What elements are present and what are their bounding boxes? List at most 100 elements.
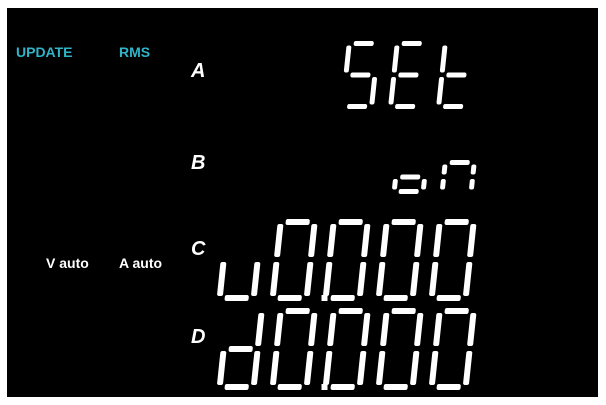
segment-c xyxy=(357,351,367,385)
segment-c xyxy=(304,262,314,296)
row-b-readout xyxy=(392,160,477,194)
segment-c xyxy=(251,262,261,296)
digit-0 xyxy=(217,313,265,390)
segment-d xyxy=(398,189,419,194)
segment-d xyxy=(436,295,461,301)
segment-f xyxy=(380,313,390,346)
segment-e xyxy=(376,262,386,296)
digit-2 xyxy=(436,45,467,109)
segment-b xyxy=(308,224,318,257)
segment-b xyxy=(361,313,371,346)
segment-g xyxy=(398,72,419,78)
segment-e xyxy=(440,179,446,190)
segment-d xyxy=(330,384,355,390)
digit-3 xyxy=(376,219,424,301)
digit-0 xyxy=(343,41,378,109)
segment-c xyxy=(463,262,473,296)
meter-display-panel: UPDATE RMS A B C D V auto A auto xyxy=(7,8,598,397)
segment-d xyxy=(383,295,408,301)
segment-f xyxy=(343,45,352,73)
segment-a xyxy=(338,219,363,225)
segment-c xyxy=(369,77,378,105)
segment-e xyxy=(392,179,398,190)
segment-e xyxy=(323,262,333,296)
segment-e xyxy=(429,262,439,296)
digit-4 xyxy=(429,308,477,390)
seven-segment-readouts xyxy=(217,41,477,390)
segment-c xyxy=(410,262,420,296)
digit-2 xyxy=(323,308,371,390)
segment-b xyxy=(255,313,265,346)
digit-0 xyxy=(392,174,427,194)
segment-a xyxy=(285,308,310,314)
digit-2 xyxy=(323,219,371,301)
digit-3 xyxy=(376,308,424,390)
segment-b xyxy=(414,224,424,257)
segment-d xyxy=(436,384,461,390)
segment-a xyxy=(285,219,310,225)
segment-d xyxy=(277,295,302,301)
segment-b xyxy=(467,224,477,257)
segment-e xyxy=(217,262,227,296)
segment-f xyxy=(327,224,337,257)
segment-f xyxy=(327,313,337,346)
row-a-readout xyxy=(343,41,467,109)
segment-c xyxy=(469,179,475,190)
segment-c xyxy=(251,351,261,385)
segment-a xyxy=(353,41,374,46)
digit-4 xyxy=(429,219,477,301)
segment-d xyxy=(395,104,416,109)
digit-1 xyxy=(440,160,477,190)
segment-d xyxy=(224,295,249,301)
segment-a xyxy=(338,308,363,314)
digit-1 xyxy=(270,308,318,390)
segment-d xyxy=(347,104,368,109)
segment-g xyxy=(446,72,467,78)
segment-f xyxy=(274,224,284,257)
segment-e xyxy=(429,351,439,385)
segment-e xyxy=(376,351,386,385)
segment-a xyxy=(401,41,422,46)
digit-0 xyxy=(217,262,261,301)
row-d-readout xyxy=(217,308,477,390)
segment-a xyxy=(391,308,416,314)
segment-d xyxy=(443,104,464,109)
segment-e xyxy=(217,351,227,385)
segment-c xyxy=(421,179,427,190)
segment-d xyxy=(383,384,408,390)
segment-d xyxy=(330,295,355,301)
segment-c xyxy=(410,351,420,385)
segment-a xyxy=(391,219,416,225)
segment-c xyxy=(357,262,367,296)
segment-g xyxy=(400,174,421,180)
segment-b xyxy=(308,313,318,346)
segment-a xyxy=(449,160,470,165)
segment-b xyxy=(361,224,371,257)
segment-b xyxy=(414,313,424,346)
segment-b xyxy=(470,164,477,175)
row-c-readout xyxy=(217,219,477,301)
segment-e xyxy=(270,262,280,296)
segment-d xyxy=(224,384,249,390)
segment-a xyxy=(444,308,469,314)
segment-c xyxy=(463,351,473,385)
segment-f xyxy=(433,224,443,257)
segment-g xyxy=(350,72,371,78)
segment-c xyxy=(304,351,314,385)
segment-f xyxy=(441,164,448,175)
segment-e xyxy=(323,351,333,385)
segment-e xyxy=(270,351,280,385)
segment-f xyxy=(433,313,443,346)
segment-f xyxy=(274,313,284,346)
segment-f xyxy=(439,45,448,73)
segment-b xyxy=(467,313,477,346)
segment-a xyxy=(444,219,469,225)
segment-g xyxy=(228,346,253,352)
digit-1 xyxy=(270,219,318,301)
segment-f xyxy=(380,224,390,257)
segment-e xyxy=(388,77,397,105)
segment-e xyxy=(436,77,445,105)
segment-d xyxy=(277,384,302,390)
segment-f xyxy=(391,45,400,73)
digit-1 xyxy=(388,41,422,109)
